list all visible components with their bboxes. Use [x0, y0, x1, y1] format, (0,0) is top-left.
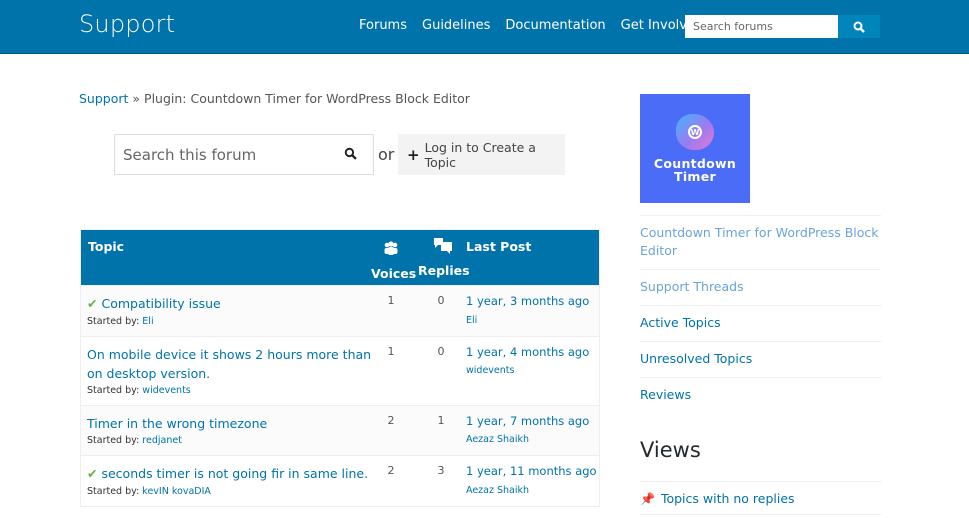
breadcrumb: Support » Plugin: Countdown Timer for Wo…	[79, 91, 470, 106]
sidebar-links: Countdown Timer for WordPress Block Edit…	[640, 215, 881, 413]
forum-search-placeholder: Search this forum	[123, 145, 257, 164]
last-post-user[interactable]: widevents	[466, 365, 514, 376]
author-link[interactable]: Eli	[142, 316, 153, 327]
voices-count: 2	[387, 414, 395, 427]
started-by: Started by: kevIN kovaDIA	[87, 486, 211, 497]
views-list: 📌 Topics with no replies	[640, 481, 881, 515]
main-nav: Forums Guidelines Documentation Get Invo…	[359, 18, 718, 33]
started-by: Started by: redjanet	[87, 435, 182, 446]
create-topic-label: Log in to Create a Topic	[424, 139, 536, 170]
voices-count: 1	[387, 345, 395, 358]
topic-link[interactable]: On mobile device it shows 2 hours more t…	[87, 347, 371, 381]
sidebar-item-unresolved-topics[interactable]: Unresolved Topics	[640, 341, 881, 377]
last-post-time[interactable]: 1 year, 3 months ago	[466, 294, 589, 308]
nav-documentation[interactable]: Documentation	[505, 18, 605, 33]
search-icon[interactable]	[344, 147, 357, 160]
last-post-time[interactable]: 1 year, 7 months ago	[466, 414, 589, 428]
breadcrumb-current: Plugin: Countdown Timer for WordPress Bl…	[144, 91, 470, 106]
breadcrumb-separator: »	[128, 91, 145, 106]
resolved-check-icon: ✔	[87, 296, 98, 311]
nav-guidelines[interactable]: Guidelines	[422, 18, 490, 33]
view-no-replies-label: Topics with no replies	[660, 491, 795, 506]
header-search-placeholder: Search forums	[693, 20, 773, 33]
view-no-replies[interactable]: 📌 Topics with no replies	[640, 481, 881, 515]
header-replies: Replies	[418, 235, 470, 278]
header-search-input[interactable]: Search forums	[685, 15, 838, 38]
last-post-time[interactable]: 1 year, 11 months ago	[466, 464, 597, 478]
topics-table: Topic Voices Replies Last Post ✔ Compatib…	[80, 229, 600, 507]
logo-blob: W	[676, 114, 714, 150]
last-post-user[interactable]: Eli	[466, 315, 477, 326]
site-header: Support Forums Guidelines Documentation …	[0, 0, 969, 54]
search-icon	[853, 21, 865, 33]
replies-count: 0	[437, 294, 445, 307]
voices-count: 2	[387, 464, 395, 477]
sidebar-item-plugin[interactable]: Countdown Timer for WordPress Block Edit…	[640, 215, 881, 269]
header-search-button[interactable]	[838, 15, 880, 38]
sidebar-item-reviews[interactable]: Reviews	[640, 377, 881, 413]
header-replies-label: Replies	[418, 263, 470, 278]
forum-search-input[interactable]: Search this forum	[114, 134, 374, 175]
topic-link[interactable]: Timer in the wrong timezone	[87, 416, 267, 431]
header-voices: Voices	[371, 235, 416, 281]
sidebar-item-support-threads[interactable]: Support Threads	[640, 269, 881, 305]
table-header: Topic Voices Replies Last Post	[81, 230, 599, 285]
replies-icon	[434, 238, 452, 254]
site-title[interactable]: Support	[79, 10, 175, 38]
replies-count: 3	[437, 464, 445, 477]
voices-count: 1	[387, 294, 395, 307]
resolved-check-icon: ✔	[87, 466, 98, 481]
header-last-post: Last Post	[466, 239, 532, 254]
nav-forums[interactable]: Forums	[359, 18, 407, 33]
started-by: Started by: widevents	[87, 385, 191, 396]
sidebar-item-active-topics[interactable]: Active Topics	[640, 305, 881, 341]
table-row: Timer in the wrong timezone Started by: …	[81, 405, 599, 455]
pin-icon: 📌	[640, 491, 655, 506]
breadcrumb-support[interactable]: Support	[79, 91, 128, 106]
table-row: ✔ seconds timer is not going fir in same …	[81, 455, 599, 506]
last-post-user[interactable]: Aezaz Shaikh	[466, 434, 529, 445]
replies-count: 0	[437, 345, 445, 358]
author-link[interactable]: widevents	[142, 385, 190, 396]
header-voices-label: Voices	[371, 266, 417, 281]
plugin-logo: W Countdown Timer	[640, 94, 750, 203]
wordpress-icon: W	[688, 125, 702, 139]
last-post-time[interactable]: 1 year, 4 months ago	[466, 345, 589, 359]
plus-icon: +	[407, 145, 420, 164]
replies-count: 1	[437, 414, 445, 427]
create-topic-button[interactable]: + Log in to Create a Topic	[398, 134, 565, 175]
started-by: Started by: Eli	[87, 316, 154, 327]
header-topic: Topic	[88, 239, 125, 254]
topic-link[interactable]: Compatibility issue	[101, 296, 220, 311]
author-link[interactable]: kevIN kovaDIA	[142, 486, 211, 497]
table-row: On mobile device it shows 2 hours more t…	[81, 336, 599, 405]
views-heading: Views	[640, 438, 701, 462]
logo-text: Countdown Timer	[653, 156, 737, 184]
last-post-user[interactable]: Aezaz Shaikh	[466, 485, 529, 496]
author-link[interactable]: redjanet	[142, 435, 182, 446]
topic-link[interactable]: seconds timer is not going fir in same l…	[101, 466, 368, 481]
table-row: ✔ Compatibility issue Started by: Eli 1 0…	[81, 285, 599, 336]
or-label: or	[378, 145, 395, 164]
voices-icon	[384, 241, 398, 255]
